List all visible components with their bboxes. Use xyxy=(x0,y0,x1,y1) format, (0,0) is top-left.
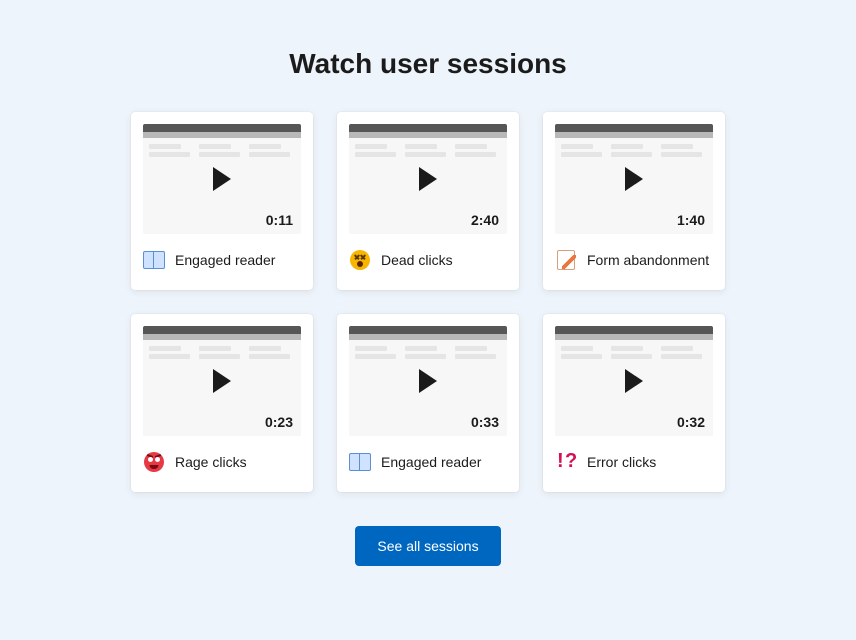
session-thumbnail: 0:23 xyxy=(143,326,301,436)
session-tag: Dead clicks xyxy=(349,248,507,272)
rage-face-icon xyxy=(143,451,165,473)
see-all-sessions-button[interactable]: See all sessions xyxy=(355,526,500,566)
book-icon xyxy=(143,249,165,271)
session-tag: Engaged reader xyxy=(143,248,301,272)
session-thumbnail: 0:33 xyxy=(349,326,507,436)
session-tag-label: Engaged reader xyxy=(175,251,275,269)
dead-face-icon xyxy=(349,249,371,271)
session-card[interactable]: 0:32 Error clicks xyxy=(543,314,725,492)
session-tag-label: Engaged reader xyxy=(381,453,481,471)
play-icon xyxy=(419,369,437,393)
session-thumbnail: 1:40 xyxy=(555,124,713,234)
session-card[interactable]: 2:40 Dead clicks xyxy=(337,112,519,290)
session-duration: 0:23 xyxy=(265,414,293,430)
session-thumbnail: 0:32 xyxy=(555,326,713,436)
session-tag-label: Error clicks xyxy=(587,453,656,471)
session-card[interactable]: 1:40 Form abandonment xyxy=(543,112,725,290)
play-icon xyxy=(213,167,231,191)
error-icon xyxy=(555,451,577,473)
session-duration: 0:33 xyxy=(471,414,499,430)
session-tag: Error clicks xyxy=(555,450,713,474)
play-icon xyxy=(213,369,231,393)
session-tag: Rage clicks xyxy=(143,450,301,474)
session-card[interactable]: 0:33 Engaged reader xyxy=(337,314,519,492)
play-icon xyxy=(419,167,437,191)
book-icon xyxy=(349,451,371,473)
session-tag: Engaged reader xyxy=(349,450,507,474)
play-icon xyxy=(625,167,643,191)
session-thumbnail: 2:40 xyxy=(349,124,507,234)
session-card[interactable]: 0:23 Rage clicks xyxy=(131,314,313,492)
session-tag: Form abandonment xyxy=(555,248,713,272)
form-icon xyxy=(555,249,577,271)
session-duration: 0:32 xyxy=(677,414,705,430)
session-grid: 0:11 Engaged reader 2:40 Dead clicks xyxy=(131,112,725,492)
session-duration: 0:11 xyxy=(266,212,293,228)
session-tag-label: Form abandonment xyxy=(587,251,709,269)
session-card[interactable]: 0:11 Engaged reader xyxy=(131,112,313,290)
session-duration: 2:40 xyxy=(471,212,499,228)
session-tag-label: Rage clicks xyxy=(175,453,247,471)
session-thumbnail: 0:11 xyxy=(143,124,301,234)
play-icon xyxy=(625,369,643,393)
page-title: Watch user sessions xyxy=(289,48,567,80)
session-duration: 1:40 xyxy=(677,212,705,228)
session-tag-label: Dead clicks xyxy=(381,251,453,269)
